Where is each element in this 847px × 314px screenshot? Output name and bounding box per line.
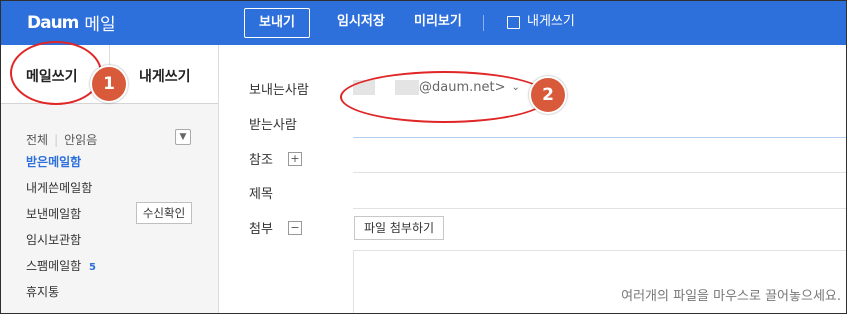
cc-expand-button[interactable]: + (288, 152, 302, 166)
step-badge-2: 2 (529, 76, 567, 114)
folder-filter: 전체 | 안읽음 (26, 131, 97, 148)
filter-unread[interactable]: 안읽음 (64, 131, 97, 148)
daum-mail-logo[interactable]: Daum 메일 (27, 10, 116, 36)
logo-brand: Daum (27, 12, 79, 33)
unread-count-badge: 5 (89, 262, 96, 273)
sender-label: 보내는사람 (249, 83, 309, 98)
subject-input[interactable] (353, 208, 846, 209)
read-receipt-button[interactable]: 수신확인 (136, 202, 192, 224)
sidebar-item-label: 스팸메일함 (26, 259, 82, 273)
sidebar-item-sent-to-self[interactable]: 내게쓴메일함 (26, 179, 92, 196)
sidebar-item-spam[interactable]: 스팸메일함 5 (26, 257, 96, 274)
plus-icon: + (290, 152, 300, 165)
sidebar-item-inbox[interactable]: 받은메일함 (26, 153, 81, 170)
filter-all[interactable]: 전체 (26, 131, 48, 148)
subject-label: 제목 (249, 187, 273, 202)
write-to-self-label: 내게쓰기 (527, 14, 575, 29)
logo-text: 메일 (84, 15, 116, 35)
sidebar-item-label: 받은메일함 (26, 155, 82, 169)
recipient-label: 받는사람 (249, 118, 297, 133)
chevron-down-icon: ▼ (179, 132, 187, 142)
filter-divider: | (54, 132, 59, 147)
sidebar-item-trash[interactable]: 휴지통 (26, 283, 59, 300)
cc-input[interactable] (353, 172, 846, 173)
file-dropzone[interactable]: 여러개의 파일을 마우스로 끌어놓으세요. (353, 250, 846, 313)
sidebar-item-label: 내게쓴메일함 (26, 181, 93, 195)
recipient-input[interactable] (353, 137, 846, 138)
cc-label: 참조 (249, 153, 273, 168)
tab-write-to-self[interactable]: 내게쓰기 (139, 66, 191, 86)
toolbar-divider (483, 15, 484, 31)
dropzone-hint: 여러개의 파일을 마우스로 끌어놓으세요. (621, 289, 841, 304)
send-button[interactable]: 보내기 (244, 8, 310, 38)
step-badge-1: 1 (90, 65, 128, 103)
minus-icon: − (290, 221, 300, 234)
highlight-ring-1 (10, 41, 102, 105)
sidebar-item-label: 휴지통 (26, 285, 60, 299)
save-draft-button[interactable]: 임시저장 (337, 8, 385, 36)
sidebar-item-drafts[interactable]: 임시보관함 (26, 231, 81, 248)
preview-button[interactable]: 미리보기 (414, 8, 462, 36)
folder-expand-toggle[interactable]: ▼ (175, 129, 191, 145)
attach-collapse-button[interactable]: − (288, 221, 302, 235)
sidebar-item-label: 보낸메일함 (26, 207, 82, 221)
sidebar-item-label: 임시보관함 (26, 233, 82, 247)
highlight-ring-2 (340, 71, 549, 123)
write-to-self-checkbox[interactable] (507, 15, 520, 29)
attach-label: 첨부 (249, 222, 273, 237)
sidebar-item-sent[interactable]: 보낸메일함 (26, 205, 81, 222)
attach-file-button[interactable]: 파일 첨부하기 (354, 216, 444, 240)
mail-compose-window: Daum 메일 보내기 임시저장 미리보기 내게쓰기 메일쓰기 내게쓰기 전체 … (0, 0, 847, 314)
top-toolbar: Daum 메일 보내기 임시저장 미리보기 내게쓰기 (1, 1, 846, 45)
write-to-self-toggle[interactable]: 내게쓰기 (507, 8, 575, 36)
